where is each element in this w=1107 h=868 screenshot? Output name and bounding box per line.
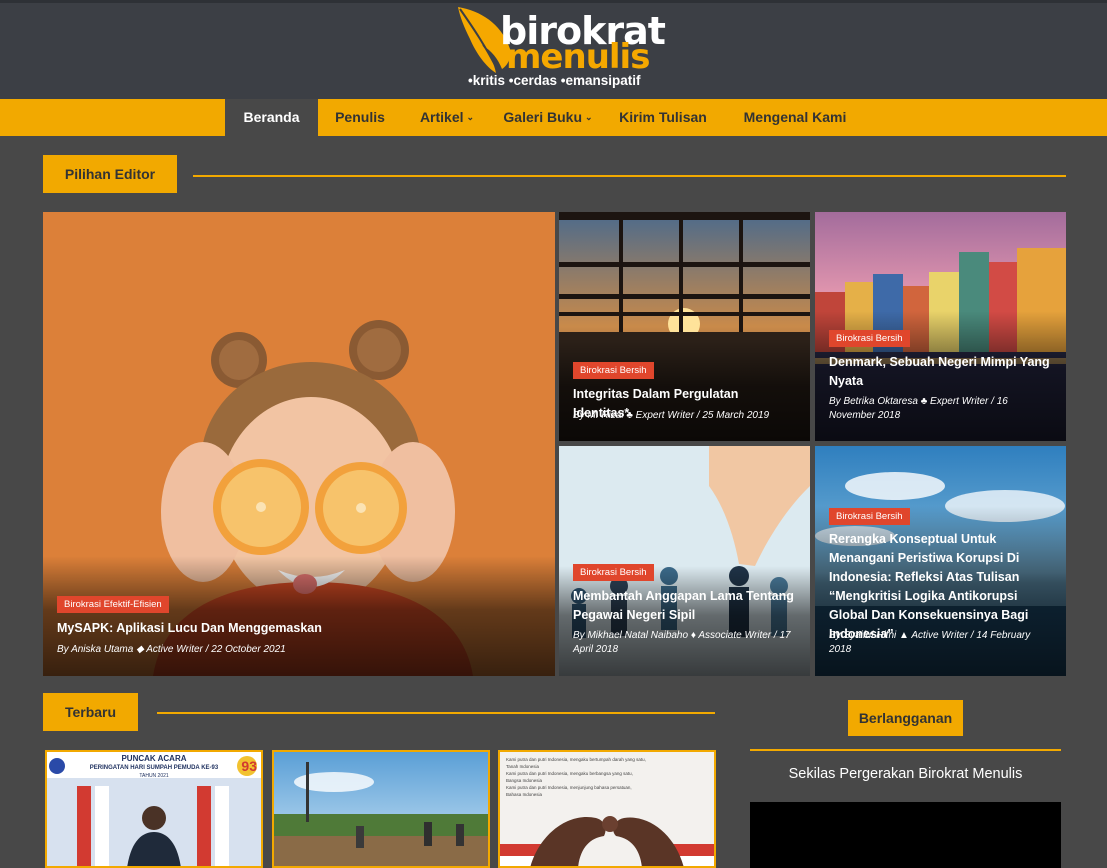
article-meta: By M. Rizal ♣ Expert Writer / 25 March 2… (573, 409, 798, 423)
chevron-down-icon: ⌄ (466, 112, 475, 122)
nav-item-beranda[interactable]: Beranda (225, 99, 318, 136)
main-nav: Beranda Penulis Artikel ⌄ Galeri Buku ⌄ Ki… (0, 99, 1107, 136)
article-byline: By Mikhael Natal Naibaho ♦ Associate Wri… (573, 630, 791, 655)
featured-article-card[interactable]: Birokrasi Bersih Integritas Dalam Pergul… (559, 212, 810, 441)
site-logo[interactable]: birokrat menulis •kritis •cerdas •emansi… (452, 5, 666, 93)
nav-label: Penulis (335, 109, 385, 125)
article-byline: By Betrika Oktaresa ♣ Expert Writer / 16… (829, 396, 1008, 421)
category-badge[interactable]: Birokrasi Bersih (573, 564, 654, 581)
section-divider (193, 175, 1066, 177)
thumb-heading: PUNCAK ACARA (121, 754, 187, 763)
nav-label: Mengenal Kami (743, 109, 847, 125)
article-title[interactable]: Denmark, Sebuah Negeri Mimpi Yang Nyata (829, 353, 1054, 391)
section-title-latest: Terbaru (43, 693, 138, 731)
poem-line: Kami putra dan putri Indonesia, menjunju… (506, 785, 632, 790)
category-badge[interactable]: Birokrasi Bersih (829, 330, 910, 347)
article-title[interactable]: Membantah Anggapan Lama Tentang Pegawai … (573, 587, 798, 625)
poem-line: Tanah Indonesia (506, 764, 540, 769)
section-title-subscribe: Berlangganan (848, 700, 963, 736)
section-title-editor-pick: Pilihan Editor (43, 155, 177, 193)
article-meta: By Aniska Utama ◆ Active Writer / 22 Oct… (57, 643, 543, 657)
sidebar-divider (750, 749, 1061, 751)
thumb-poem: Kami putra dan putri Indonesia, mengaku … (506, 756, 646, 798)
article-image-field-workers (274, 752, 488, 866)
nav-item-kirim-tulisan[interactable]: Kirim Tulisan (604, 99, 722, 136)
poem-line: Bahasa Indonesia (506, 792, 543, 797)
latest-article-thumb[interactable] (272, 750, 490, 868)
category-badge[interactable]: Birokrasi Bersih (573, 362, 654, 379)
article-byline: By Aniska Utama ◆ Active Writer / 22 Oct… (57, 644, 286, 655)
article-byline: By Syaiful Hifni ▲ Active Writer / 14 Fe… (829, 630, 1031, 655)
nav-item-penulis[interactable]: Penulis (318, 99, 402, 136)
article-meta: By Mikhael Natal Naibaho ♦ Associate Wri… (573, 629, 798, 657)
video-player[interactable] (750, 802, 1061, 868)
featured-article-card[interactable]: Birokrasi Bersih Membantah Anggapan Lama… (559, 446, 810, 676)
category-badge[interactable]: Birokrasi Bersih (829, 508, 910, 525)
poem-line: Bangsa Indonesia (506, 778, 543, 783)
thumb-subheading: PERINGATAN HARI SUMPAH PEMUDA KE-93 (89, 765, 219, 771)
nav-label: Beranda (243, 109, 300, 125)
latest-article-thumb[interactable]: Kami putra dan putri Indonesia, mengaku … (498, 750, 716, 868)
nav-label: Kirim Tulisan (619, 109, 707, 125)
article-title[interactable]: Rerangka Konseptual Untuk Menangani Peri… (829, 530, 1054, 644)
site-tagline: •kritis •cerdas •emansipatif (468, 73, 641, 88)
article-title[interactable]: MySAPK: Aplikasi Lucu Dan Menggemaskan (57, 619, 543, 638)
thumb-badge-number: 93 (241, 758, 257, 774)
featured-article-card[interactable]: Birokrasi Bersih Rerangka Konseptual Unt… (815, 446, 1066, 676)
nav-item-artikel[interactable]: Artikel ⌄ (402, 99, 492, 136)
logo-word-menulis: menulis (506, 37, 650, 77)
site-header: birokrat menulis •kritis •cerdas •emansi… (0, 3, 1107, 99)
nav-label: Galeri Buku (503, 109, 583, 125)
article-meta: By Syaiful Hifni ▲ Active Writer / 14 Fe… (829, 629, 1054, 657)
nav-item-galeri-buku[interactable]: Galeri Buku ⌄ (492, 99, 604, 136)
nav-label: Artikel (419, 109, 464, 125)
thumb-year: TAHUN 2021 (139, 773, 169, 779)
featured-article-card[interactable]: Birokrasi Efektif-Efisien MySAPK: Aplika… (43, 212, 555, 676)
nav-item-mengenal-kami[interactable]: Mengenal Kami (728, 99, 862, 136)
video-widget-title: Sekilas Pergerakan Birokrat Menulis (788, 766, 1023, 782)
article-byline: By M. Rizal ♣ Expert Writer / 25 March 2… (573, 410, 770, 421)
category-badge[interactable]: Birokrasi Efektif-Efisien (57, 596, 169, 613)
poem-line: Kami putra dan putri Indonesia, mengaku … (506, 757, 646, 762)
featured-article-card[interactable]: Birokrasi Bersih Denmark, Sebuah Negeri … (815, 212, 1066, 441)
card-gradient (43, 556, 555, 676)
section-divider (157, 712, 715, 714)
poem-line: Kami putra dan putri Indonesia, mengaku … (506, 771, 633, 776)
article-meta: By Betrika Oktaresa ♣ Expert Writer / 16… (829, 395, 1054, 423)
latest-article-thumb[interactable]: PUNCAK ACARA PERINGATAN HARI SUMPAH PEMU… (45, 750, 263, 868)
chevron-down-icon: ⌄ (585, 112, 593, 122)
